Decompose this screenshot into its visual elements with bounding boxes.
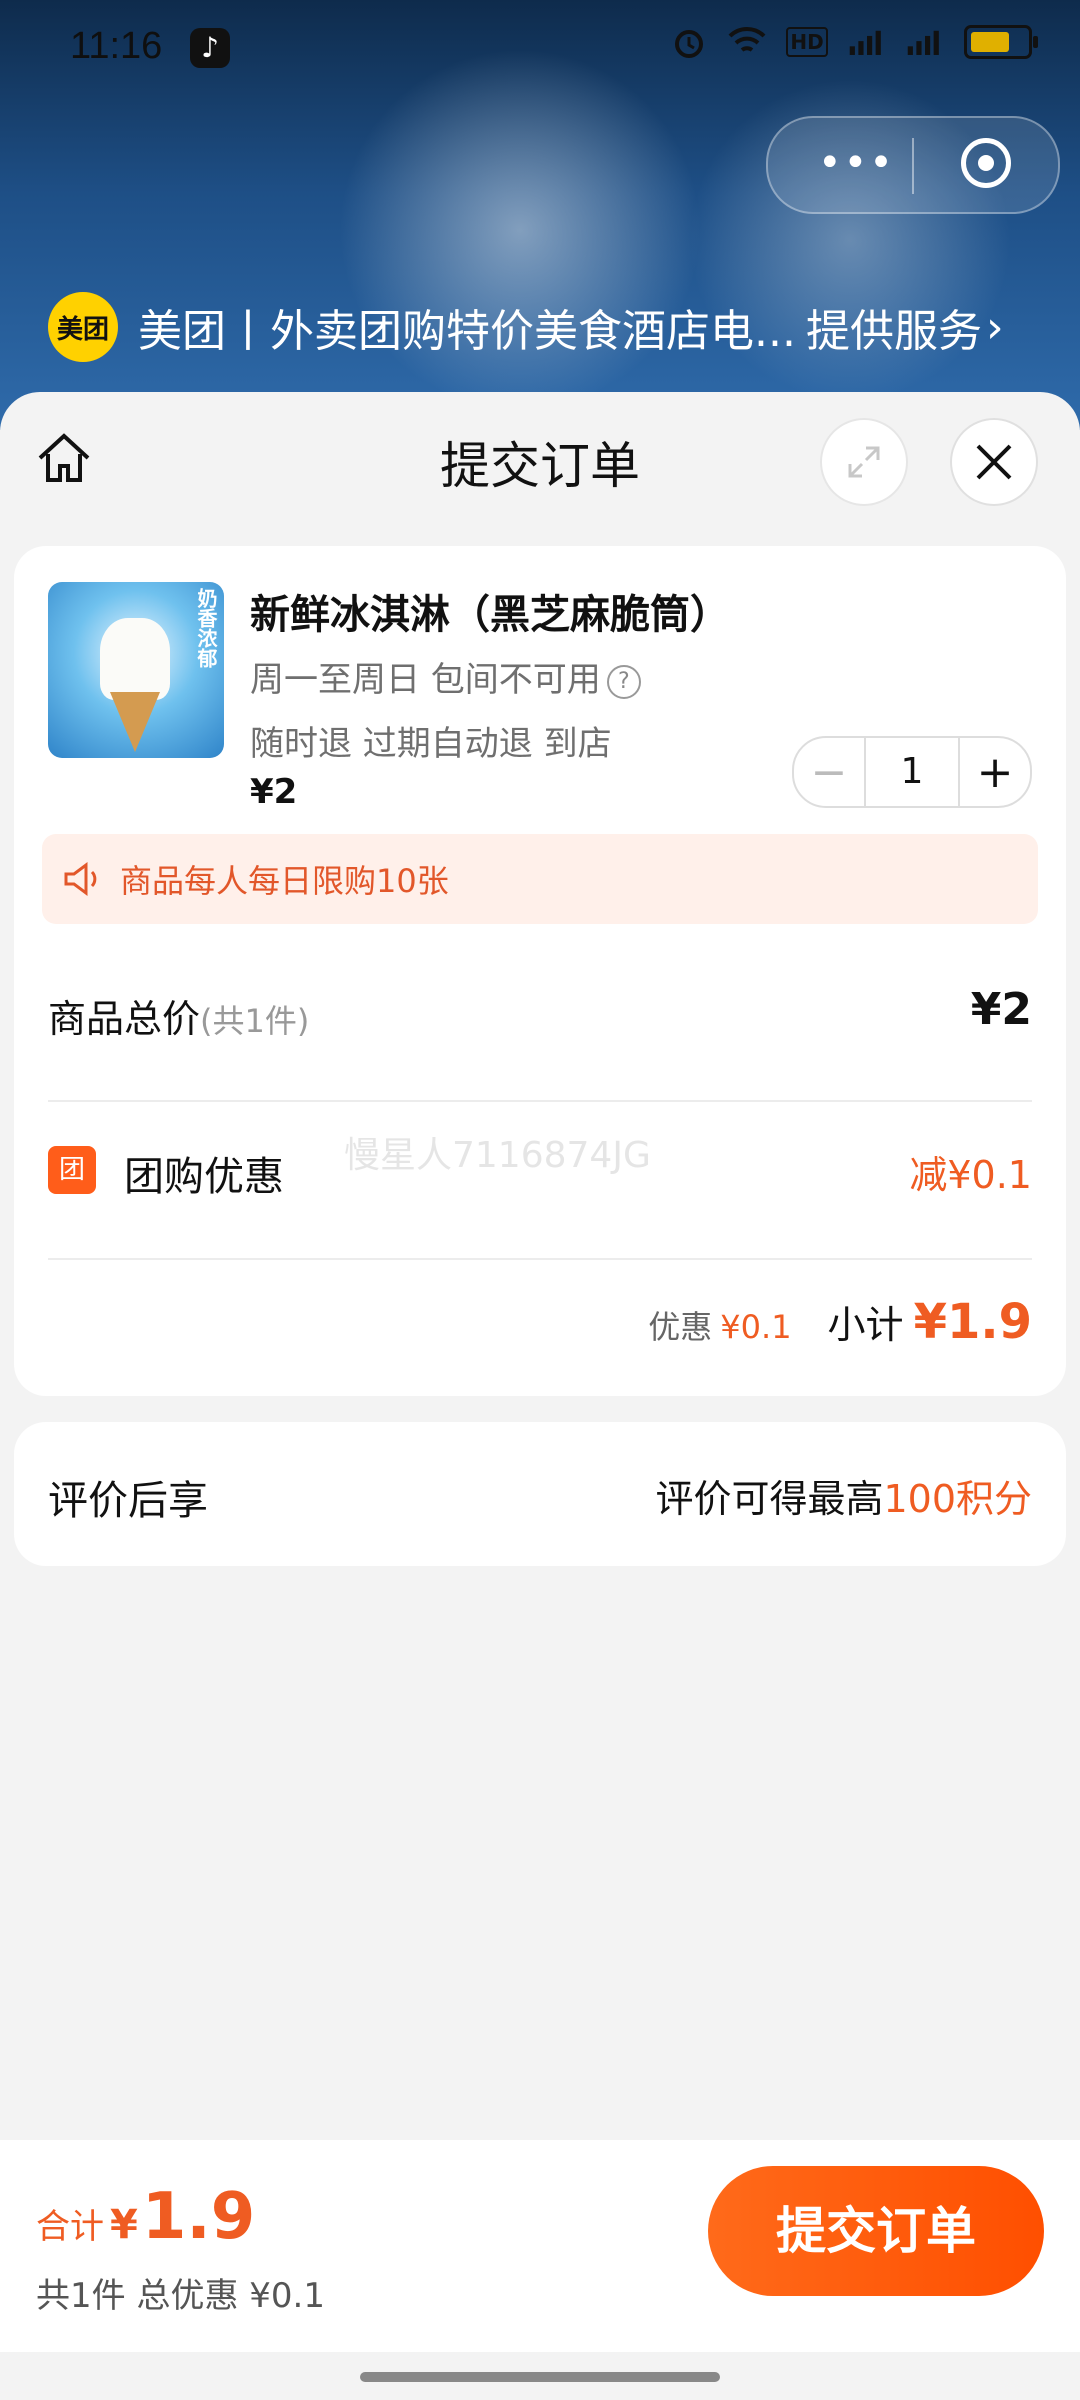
subtotal-value: ¥1.9	[913, 1294, 1032, 1350]
checkout-footer: 合计 ¥ 1.9 共1件 总优惠 ¥0.1 提交订单	[0, 2140, 1080, 2352]
total-price-value: ¥2	[970, 984, 1032, 1035]
product-price: ¥2	[250, 772, 298, 812]
product-refund-policy: 随时退 过期自动退 到店	[250, 724, 612, 764]
page-title: 提交订单	[440, 437, 640, 495]
status-icons: HD	[670, 24, 1038, 60]
footer-total-value: 1.9	[141, 2180, 256, 2254]
quantity-stepper: − 1 +	[792, 736, 1032, 808]
order-sheet: 提交订单 奶香浓郁 新鲜冰淇淋（黑芝麻脆筒） 周一至周日 包间不可用? 随时退 …	[0, 392, 1080, 2400]
navbar: 提交订单	[0, 392, 1080, 524]
signal-4g-icon	[906, 24, 944, 60]
more-icon[interactable]: •••	[818, 143, 893, 183]
decrease-button[interactable]: −	[794, 738, 864, 806]
close-icon[interactable]	[950, 418, 1038, 506]
watermark: 慢星人7116874JG	[344, 1135, 651, 1176]
provider-banner[interactable]: 美团 美团丨外卖团购特价美食酒店电... 提供服务 ›	[48, 292, 1004, 362]
hd-icon: HD	[786, 27, 828, 57]
footer-currency: ¥	[110, 2202, 138, 2248]
footer-total-label: 合计	[36, 2207, 104, 2247]
status-time: 11:16	[70, 25, 163, 67]
wifi-icon	[728, 24, 766, 60]
divider	[48, 1258, 1032, 1260]
signal-5g-icon	[848, 24, 886, 60]
meituan-logo: 美团	[48, 292, 118, 362]
capsule-divider	[912, 138, 914, 194]
total-count: (共1件)	[200, 1002, 310, 1040]
provider-name: 美团丨外卖团购特价美食酒店电...	[138, 306, 796, 357]
help-icon[interactable]: ?	[606, 664, 641, 699]
purchase-limit-notice: 商品每人每日限购10张	[42, 834, 1038, 924]
saving-value: ¥0.1	[720, 1308, 792, 1346]
footer-total: 合计 ¥ 1.9	[36, 2180, 255, 2254]
ice-cream-top	[100, 618, 170, 700]
discount-label: 团购优惠	[124, 1154, 284, 1200]
product-image-text: 奶香浓郁	[194, 588, 218, 668]
chevron-right-icon: ›	[985, 301, 1004, 353]
battery-icon	[964, 25, 1038, 59]
product-availability-text: 周一至周日 包间不可用	[250, 660, 601, 700]
product-name: 新鲜冰淇淋（黑芝麻脆筒）	[250, 592, 730, 638]
divider	[48, 1100, 1032, 1102]
review-text: 评价可得最高	[655, 1477, 884, 1521]
total-price-row: 商品总价(共1件) ¥2	[48, 978, 1032, 1058]
subtotal-label: 小计	[827, 1303, 904, 1347]
status-bar: 11:16 ♪ HD	[0, 0, 1080, 100]
discount-value: 减¥0.1	[909, 1153, 1032, 1197]
target-icon[interactable]	[961, 138, 1011, 188]
quantity-value[interactable]: 1	[864, 738, 960, 806]
product-availability: 周一至周日 包间不可用?	[250, 652, 641, 701]
footer-summary: 共1件 总优惠 ¥0.1	[36, 2276, 325, 2316]
review-card[interactable]: 评价后享 评价可得最高100积分	[14, 1422, 1066, 1566]
order-card: 奶香浓郁 新鲜冰淇淋（黑芝麻脆筒） 周一至周日 包间不可用? 随时退 过期自动退…	[14, 546, 1066, 1396]
mini-program-capsule: •••	[766, 116, 1060, 214]
submit-order-button[interactable]: 提交订单	[708, 2166, 1044, 2296]
expand-icon[interactable]	[820, 418, 908, 506]
home-indicator[interactable]	[360, 2372, 720, 2382]
subtotal-row: 优惠 ¥0.1 小计 ¥1.9	[48, 1294, 1032, 1364]
speaker-icon	[64, 862, 97, 896]
review-points: 100积分	[883, 1477, 1032, 1521]
review-label: 评价后享	[48, 1478, 208, 1524]
total-price-label: 商品总价(共1件)	[48, 988, 309, 1043]
provider-service-label: 提供服务	[805, 306, 982, 357]
product-image[interactable]: 奶香浓郁	[48, 582, 224, 758]
notice-text: 商品每人每日限购10张	[120, 862, 449, 900]
subtotal-group: 优惠 ¥0.1 小计 ¥1.9	[648, 1294, 1032, 1350]
discount-badge-icon: 团	[48, 1146, 96, 1194]
saving-label: 优惠	[648, 1308, 713, 1346]
alarm-icon	[670, 24, 708, 60]
total-label-text: 商品总价	[48, 997, 201, 1041]
ice-cream-cone	[110, 692, 160, 752]
review-reward: 评价可得最高100积分	[655, 1468, 1032, 1523]
tiktok-icon: ♪	[190, 28, 230, 68]
increase-button[interactable]: +	[960, 738, 1030, 806]
